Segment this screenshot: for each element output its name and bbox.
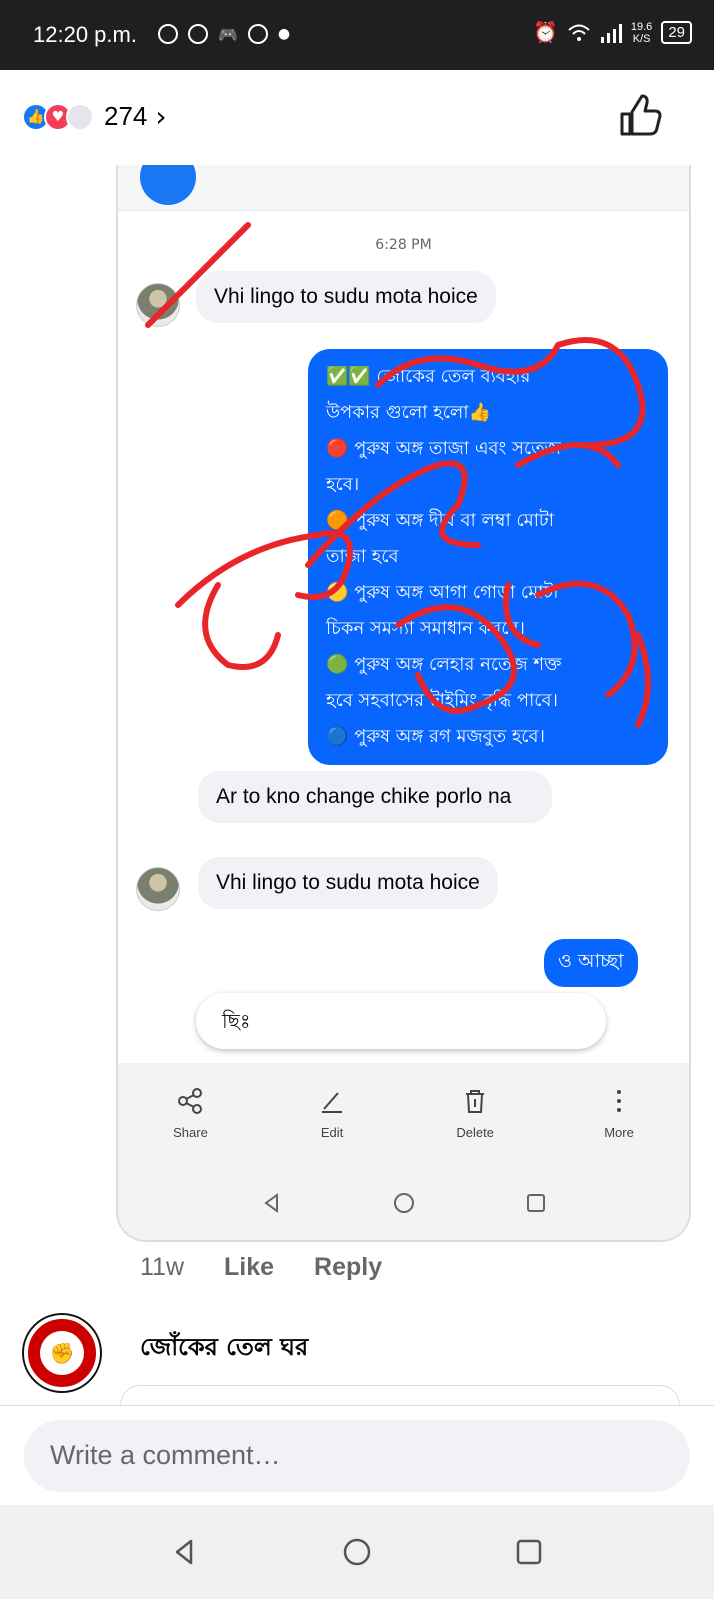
home-icon[interactable] bbox=[341, 1536, 373, 1568]
write-comment-input[interactable]: Write a comment… bbox=[24, 1420, 690, 1492]
status-time: 12:20 p.m. bbox=[33, 22, 137, 47]
wifi-icon bbox=[568, 24, 590, 41]
promo-line: 🟠 পুরুষ অঙ্গ দীর্ঘ বা লম্বা মোটা bbox=[326, 510, 554, 531]
share-tool: Share bbox=[173, 1087, 208, 1140]
promo-line: তাজা হবে bbox=[326, 546, 399, 567]
message-bubble-3: Vhi lingo to sudu mota hoice bbox=[198, 857, 498, 909]
promo-line: চিকন সমস্যা সমাধান করবে। bbox=[326, 618, 525, 639]
attached-screenshot[interactable]: 6:28 PM Vhi lingo to sudu mota hoice ✅✅ … bbox=[116, 165, 691, 1242]
promo-line: হবে সহবাসের টাইমিং বৃদ্ধি পাবে। bbox=[326, 690, 558, 711]
like-comment-button[interactable]: Like bbox=[224, 1253, 274, 1282]
chat-input: ছিঃ bbox=[196, 993, 606, 1049]
reactions-header: 👍 ♥ 274 › bbox=[0, 70, 714, 165]
imo-notification-icon-2 bbox=[188, 24, 208, 44]
network-speed: 19.6 K/S bbox=[630, 20, 653, 45]
promo-line: ✅✅ জোঁকের তেল ব্যবহার bbox=[326, 366, 531, 387]
more-tool: More bbox=[604, 1087, 634, 1140]
back-triangle-icon bbox=[263, 1192, 278, 1213]
imo-notification-icon bbox=[158, 24, 178, 44]
back-icon[interactable] bbox=[169, 1536, 201, 1568]
screenshot-toolbar: Share Edit Delete More bbox=[118, 1063, 689, 1163]
play-notification-icon bbox=[247, 24, 268, 44]
reaction-summary[interactable]: 👍 ♥ 274 › bbox=[22, 100, 167, 133]
promo-line: 🟡 পুরুষ অঙ্গ আগা গোড়া মোটা bbox=[326, 582, 559, 603]
recents-square-icon bbox=[526, 1193, 545, 1212]
leech-logo-icon: ✊ bbox=[40, 1331, 84, 1375]
chevron-right-icon: › bbox=[155, 100, 167, 133]
write-comment-bar: Write a comment… bbox=[0, 1405, 714, 1505]
delete-label: Delete bbox=[456, 1124, 494, 1140]
other-reaction-icon bbox=[66, 102, 94, 131]
trash-icon bbox=[466, 1089, 485, 1113]
signal-icon bbox=[600, 23, 622, 43]
message-bubble-2: Ar to kno change chike porlo na bbox=[198, 771, 552, 823]
notification-icons: 🎮 ● bbox=[158, 24, 290, 44]
more-label: More bbox=[604, 1124, 634, 1140]
reply-bubble: ও আচ্ছা bbox=[544, 939, 638, 987]
promo-message-bubble: ✅✅ জোঁকের তেল ব্যবহার উপকার গুলো হলো👍 🔴 … bbox=[308, 349, 668, 765]
reply-author-name[interactable]: জোঁকের তেল ঘর bbox=[140, 1329, 308, 1369]
recents-icon[interactable] bbox=[513, 1536, 545, 1568]
promo-line: 🔵 পুরুষ অঙ্গ রগ মজবুত হবে। bbox=[326, 726, 545, 747]
reaction-count: 274 bbox=[104, 101, 148, 131]
promo-line: 🟢 পুরুষ অঙ্গ লেহার নতেজ শক্ত bbox=[326, 654, 562, 675]
screenshot-nav-bar bbox=[118, 1163, 689, 1240]
comment-meta: 11w Like Reply bbox=[140, 1253, 382, 1282]
edit-label: Edit bbox=[320, 1124, 344, 1140]
messenger-avatar bbox=[140, 165, 196, 205]
alarm-icon: ⏰ bbox=[532, 22, 558, 44]
message-bubble-1: Vhi lingo to sudu mota hoice bbox=[196, 271, 496, 323]
page-avatar[interactable]: ✊ bbox=[24, 1315, 100, 1391]
edit-icon bbox=[322, 1091, 343, 1113]
share-label: Share bbox=[173, 1124, 208, 1140]
system-status-icons: ⏰ 19.6 K/S 29 bbox=[533, 20, 692, 45]
promo-line: হবে। bbox=[326, 474, 360, 495]
promo-line: 🔴 পুরুষ অঙ্গ তাজা এবং সতেজ bbox=[326, 438, 561, 459]
promo-line: উপকার গুলো হলো👍 bbox=[326, 402, 491, 423]
game-controller-icon: 🎮 bbox=[218, 24, 238, 44]
reply-comment: ✊ জোঁকের তেল ঘর bbox=[24, 1315, 704, 1425]
comment-age: 11w bbox=[140, 1253, 185, 1281]
edit-tool: Edit bbox=[318, 1087, 346, 1140]
home-circle-icon bbox=[393, 1192, 414, 1213]
like-thumb-icon[interactable] bbox=[618, 94, 662, 138]
battery-indicator: 29 bbox=[661, 21, 692, 44]
sender-avatar-2 bbox=[136, 867, 180, 911]
screenshot-top-strip bbox=[118, 165, 689, 211]
system-nav-bar bbox=[0, 1505, 714, 1599]
reply-comment-button[interactable]: Reply bbox=[314, 1253, 382, 1282]
more-vertical-icon bbox=[617, 1089, 622, 1112]
delete-tool: Delete bbox=[456, 1087, 494, 1140]
status-bar: 12:20 p.m. 🎮 ● ⏰ 19.6 K/S 29 bbox=[0, 0, 714, 70]
chat-timestamp: 6:28 PM bbox=[375, 237, 432, 253]
more-notifications-dot-icon: ● bbox=[277, 26, 291, 42]
sender-avatar bbox=[136, 283, 180, 327]
share-icon bbox=[178, 1087, 203, 1114]
